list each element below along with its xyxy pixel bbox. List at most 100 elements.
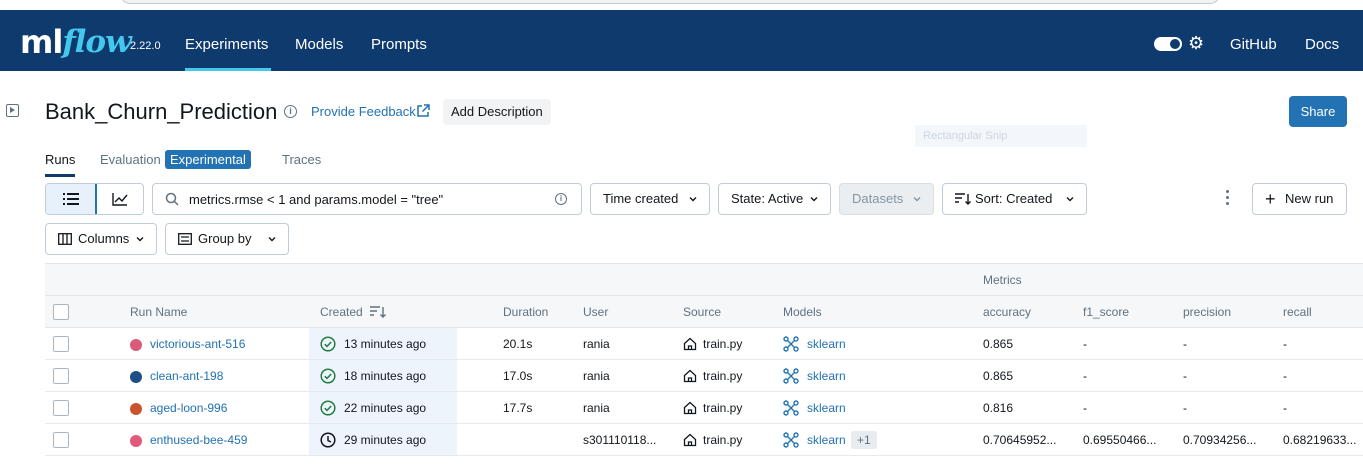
table-row[interactable]: victorious-ant-516 13 minutes ago 20.1s ran…: [45, 328, 1363, 360]
header-created[interactable]: Created: [320, 296, 363, 328]
tab-evaluation[interactable]: Evaluation: [100, 152, 161, 167]
row-checkbox[interactable]: [53, 368, 69, 384]
info-icon[interactable]: i: [284, 105, 297, 118]
columns-label: Columns: [78, 231, 130, 246]
user-value: rania: [583, 401, 610, 415]
source-file-icon: [683, 433, 697, 447]
user-value: rania: [583, 337, 610, 351]
time-created-dropdown[interactable]: Time created: [590, 183, 710, 215]
run-name-link[interactable]: clean-ant-198: [150, 360, 223, 392]
chevron-down-icon: [268, 237, 276, 242]
created-value: 22 minutes ago: [344, 401, 427, 415]
column-group-header: Metrics: [45, 263, 1363, 296]
table-row[interactable]: clean-ant-198 18 minutes ago 17.0s rania tra…: [45, 360, 1363, 392]
header-precision[interactable]: precision: [1183, 296, 1231, 328]
run-color-dot[interactable]: [130, 435, 142, 447]
dark-mode-toggle[interactable]: [1154, 37, 1182, 51]
chevron-down-icon: [913, 197, 921, 202]
run-color-dot[interactable]: [130, 371, 142, 383]
recall-value: 0.68219633...: [1283, 433, 1357, 447]
header-models[interactable]: Models: [783, 296, 822, 328]
page-title: Bank_Churn_Prediction: [45, 99, 278, 124]
tab-runs[interactable]: Runs: [45, 152, 76, 177]
created-value: 13 minutes ago: [344, 337, 427, 351]
run-color-dot[interactable]: [130, 339, 142, 351]
search-icon: [165, 192, 179, 206]
model-link[interactable]: sklearn: [807, 360, 846, 392]
tab-traces[interactable]: Traces: [282, 152, 321, 167]
duration-value: 20.1s: [503, 337, 533, 351]
header-duration[interactable]: Duration: [503, 296, 548, 328]
source-file-icon: [683, 369, 697, 383]
runs-table: Metrics Run Name Created Duration User S…: [45, 263, 1363, 475]
state-dropdown[interactable]: State: Active: [718, 183, 831, 215]
model-link[interactable]: sklearn: [807, 392, 846, 424]
sidebar-expand-icon[interactable]: [6, 104, 19, 117]
add-description-button[interactable]: Add Description: [443, 99, 551, 125]
source-link[interactable]: train.py: [703, 424, 742, 456]
provide-feedback-link[interactable]: Provide Feedback: [311, 104, 416, 119]
metrics-group-label: Metrics: [983, 273, 1022, 287]
more-models-badge[interactable]: +1: [851, 431, 877, 449]
sort-icon: [955, 193, 971, 205]
columns-dropdown[interactable]: Columns: [45, 223, 157, 255]
columns-icon: [58, 233, 72, 245]
new-run-button[interactable]: + New run: [1252, 183, 1347, 215]
model-link[interactable]: sklearn: [807, 424, 846, 456]
model-icon: [783, 432, 799, 448]
experimental-badge: Experimental: [165, 150, 251, 169]
external-link-icon[interactable]: [416, 104, 430, 118]
recall-value: -: [1283, 337, 1287, 351]
run-name-link[interactable]: enthused-bee-459: [150, 424, 247, 456]
sort-dropdown[interactable]: Sort: Created: [942, 183, 1087, 215]
table-row[interactable]: enthused-bee-459 29 minutes ago s301110118…: [45, 424, 1363, 456]
table-row[interactable]: aged-loon-996 22 minutes ago 17.7s rania tra…: [45, 392, 1363, 424]
logo-ml-text: ml: [20, 23, 63, 61]
run-color-dot[interactable]: [130, 403, 142, 415]
row-checkbox[interactable]: [53, 336, 69, 352]
search-box: i: [152, 183, 582, 215]
chart-view-button[interactable]: [96, 184, 143, 214]
header-run-name[interactable]: Run Name: [130, 296, 187, 328]
group-by-label: Group by: [198, 231, 252, 246]
more-options-icon[interactable]: [1225, 190, 1231, 208]
nav-prompts[interactable]: Prompts: [371, 10, 427, 71]
row-checkbox[interactable]: [53, 432, 69, 448]
mlflow-logo[interactable]: ml flow: [20, 22, 132, 61]
nav-github[interactable]: GitHub: [1230, 10, 1277, 80]
nav-experiments[interactable]: Experiments: [185, 10, 271, 71]
row-checkbox[interactable]: [53, 400, 69, 416]
select-all-checkbox[interactable]: [53, 304, 69, 320]
nav-models[interactable]: Models: [295, 10, 343, 71]
header-accuracy[interactable]: accuracy: [983, 296, 1031, 328]
precision-value: -: [1183, 401, 1187, 415]
header-user[interactable]: User: [583, 296, 608, 328]
search-input[interactable]: [189, 184, 549, 214]
duration-value: 17.0s: [503, 369, 533, 383]
gear-icon[interactable]: ⚙: [1188, 32, 1204, 54]
model-icon: [783, 336, 799, 352]
user-value: s301110118...: [583, 433, 657, 447]
source-link[interactable]: train.py: [703, 328, 742, 360]
sort-desc-icon[interactable]: [370, 306, 386, 318]
search-info-icon[interactable]: i: [555, 193, 567, 205]
model-link[interactable]: sklearn: [807, 328, 846, 360]
clock-icon: [320, 432, 336, 448]
header-f1-score[interactable]: f1_score: [1083, 296, 1129, 328]
source-link[interactable]: train.py: [703, 360, 742, 392]
browser-top-strip: [0, 0, 1363, 10]
share-button[interactable]: Share: [1289, 96, 1347, 127]
source-link[interactable]: train.py: [703, 392, 742, 424]
table-view-button[interactable]: [46, 184, 97, 214]
check-circle-icon: [320, 336, 336, 352]
run-name-link[interactable]: victorious-ant-516: [150, 328, 245, 360]
nav-docs[interactable]: Docs: [1305, 10, 1339, 80]
run-name-link[interactable]: aged-loon-996: [150, 392, 227, 424]
datasets-label: Datasets: [852, 191, 904, 206]
datasets-dropdown[interactable]: Datasets: [839, 183, 934, 215]
header-recall[interactable]: recall: [1283, 296, 1312, 328]
header-source[interactable]: Source: [683, 296, 721, 328]
line-chart-icon: [112, 193, 128, 206]
new-run-label: New run: [1285, 191, 1334, 206]
group-by-dropdown[interactable]: Group by: [165, 223, 289, 255]
